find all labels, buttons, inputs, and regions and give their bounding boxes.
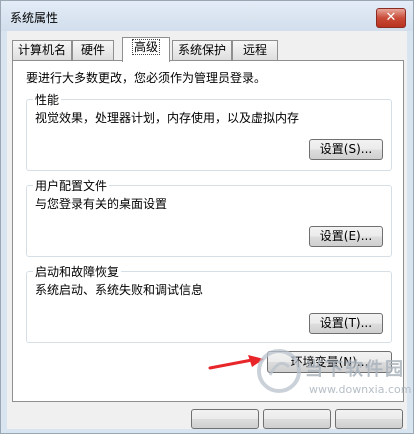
startup-recovery-group: 启动和故障恢复 系统启动、系统失败和调试信息 设置(T)... xyxy=(26,263,392,343)
startup-recovery-title: 启动和故障恢复 xyxy=(33,263,122,280)
tab-advanced[interactable]: 高级 xyxy=(122,37,170,62)
ok-button[interactable] xyxy=(191,409,259,429)
tab-hardware[interactable]: 硬件 xyxy=(72,40,114,60)
red-arrow-annotation xyxy=(208,355,264,370)
apply-button[interactable] xyxy=(335,409,403,429)
user-profiles-settings-button[interactable]: 设置(E)... xyxy=(309,226,383,247)
performance-description: 视觉效果，处理器计划，内存使用，以及虚拟内存 xyxy=(35,111,300,125)
environment-variables-button[interactable]: 环境变量(N)... xyxy=(267,351,392,373)
startup-recovery-description: 系统启动、系统失败和调试信息 xyxy=(35,283,204,297)
close-icon: ✕ xyxy=(385,10,397,25)
advanced-tab-panel: 要进行大多数更改，您必须作为管理员登录。 性能 视觉效果，处理器计划，内存使用，… xyxy=(12,60,404,402)
dialog-client-area: 计算机名 硬件 高级 系统保护 远程 要进行大多数更改，您必须作为管理员登录。 … xyxy=(7,31,407,429)
system-properties-window: 系统属性 ✕ 计算机名 硬件 高级 系统保护 远程 要进行大多数更改，您必须作为… xyxy=(0,0,414,434)
user-profiles-title: 用户配置文件 xyxy=(33,177,110,194)
window-title: 系统属性 xyxy=(10,11,59,25)
tab-system-protection[interactable]: 系统保护 xyxy=(172,40,232,60)
title-bar[interactable]: 系统属性 ✕ xyxy=(1,1,413,31)
close-button[interactable]: ✕ xyxy=(376,8,406,28)
admin-notice: 要进行大多数更改，您必须作为管理员登录。 xyxy=(26,71,267,85)
tab-remote[interactable]: 远程 xyxy=(232,40,278,60)
tab-computer-name[interactable]: 计算机名 xyxy=(12,40,72,60)
cancel-button[interactable] xyxy=(263,409,331,429)
user-profiles-group: 用户配置文件 与您登录有关的桌面设置 设置(E)... xyxy=(26,177,392,257)
user-profiles-description: 与您登录有关的桌面设置 xyxy=(35,197,168,211)
performance-settings-button[interactable]: 设置(S)... xyxy=(309,139,383,160)
startup-settings-button[interactable]: 设置(T)... xyxy=(309,313,383,334)
performance-title: 性能 xyxy=(33,91,62,108)
performance-group: 性能 视觉效果，处理器计划，内存使用，以及虚拟内存 设置(S)... xyxy=(26,91,392,171)
